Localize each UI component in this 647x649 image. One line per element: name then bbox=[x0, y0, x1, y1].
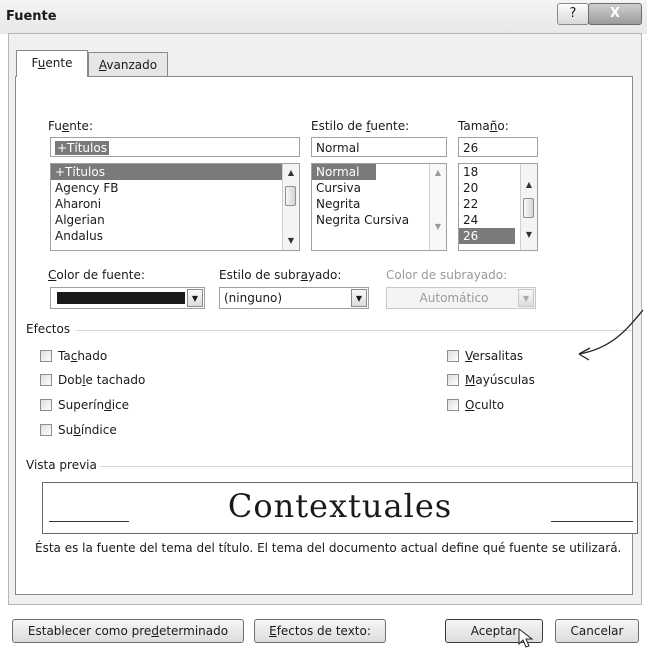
checkbox-doble-tachado[interactable]: Doble tachado bbox=[40, 372, 145, 388]
size-label: Tamaño: bbox=[458, 119, 509, 133]
size-list[interactable]: 18 20 22 24 26 ▲ ▼ bbox=[458, 163, 538, 251]
preview-underline-left bbox=[49, 521, 129, 522]
list-item[interactable]: 26 bbox=[459, 228, 515, 244]
chevron-down-icon[interactable]: ▼ bbox=[187, 289, 203, 307]
scroll-down-icon[interactable]: ▼ bbox=[430, 220, 446, 234]
list-item[interactable]: Negrita bbox=[312, 196, 446, 212]
list-item[interactable]: Aharoni bbox=[51, 196, 299, 212]
preview-underline-right bbox=[551, 521, 633, 522]
scroll-thumb[interactable] bbox=[285, 186, 296, 206]
underline-style-select[interactable]: (ninguno) ▼ bbox=[219, 287, 369, 309]
help-icon: ? bbox=[569, 6, 577, 21]
style-label: Estilo de fuente: bbox=[311, 119, 410, 133]
checkbox-subindice[interactable]: Subíndice bbox=[40, 422, 117, 438]
tab-fuente[interactable]: Fuente bbox=[16, 50, 88, 77]
list-item[interactable]: Algerian bbox=[51, 212, 299, 228]
font-label: Fuente: bbox=[48, 119, 93, 133]
text-effects-button[interactable]: Efectos de texto: bbox=[254, 619, 386, 643]
scroll-thumb[interactable] bbox=[523, 198, 534, 218]
checkbox-tachado[interactable]: Tachado bbox=[40, 348, 107, 364]
annotation-arrow-icon bbox=[578, 309, 644, 361]
list-item[interactable]: Andalus bbox=[51, 228, 299, 244]
color-swatch bbox=[57, 292, 185, 304]
checkbox-superindice[interactable]: Superíndice bbox=[40, 397, 129, 413]
style-list[interactable]: Normal Cursiva Negrita Negrita Cursiva ▲… bbox=[311, 163, 447, 251]
close-button[interactable]: X bbox=[588, 3, 642, 25]
checkbox-icon[interactable] bbox=[40, 398, 52, 411]
window-title: Fuente bbox=[6, 9, 57, 24]
checkbox-icon[interactable] bbox=[40, 349, 52, 362]
cancel-button[interactable]: Cancelar bbox=[555, 619, 639, 643]
preview-sample-text: Contextuales bbox=[227, 487, 453, 525]
checkbox-oculto[interactable]: Oculto bbox=[447, 397, 504, 413]
preview-box: Contextuales bbox=[42, 482, 638, 534]
scroll-down-icon[interactable]: ▼ bbox=[521, 228, 537, 242]
underline-color-label: Color de subrayado: bbox=[386, 268, 508, 282]
mouse-cursor-icon bbox=[518, 628, 534, 648]
list-item[interactable]: Negrita Cursiva bbox=[312, 212, 446, 228]
chevron-down-icon[interactable]: ▼ bbox=[351, 289, 367, 307]
scroll-up-icon[interactable]: ▲ bbox=[430, 166, 446, 180]
checkbox-icon[interactable] bbox=[447, 349, 459, 362]
underline-style-label: Estilo de subrayado: bbox=[219, 268, 342, 282]
font-list[interactable]: +Títulos Agency FB Aharoni Algerian Anda… bbox=[50, 163, 300, 251]
checkbox-icon[interactable] bbox=[447, 398, 459, 411]
checkbox-icon[interactable] bbox=[40, 423, 52, 436]
size-input[interactable]: 26 bbox=[458, 137, 538, 157]
list-item[interactable]: Cursiva bbox=[312, 180, 446, 196]
list-item[interactable]: Normal bbox=[312, 164, 376, 180]
checkbox-icon[interactable] bbox=[40, 373, 52, 386]
font-list-scrollbar[interactable]: ▲ ▼ bbox=[282, 164, 299, 250]
style-input[interactable]: Normal bbox=[311, 137, 447, 157]
checkbox-versalitas[interactable]: Versalitas bbox=[447, 348, 523, 364]
font-color-label: Color de fuente: bbox=[48, 268, 145, 282]
divider bbox=[76, 330, 632, 331]
scroll-up-icon[interactable]: ▲ bbox=[283, 166, 299, 180]
font-color-picker[interactable]: ▼ bbox=[50, 287, 205, 309]
checkbox-icon[interactable] bbox=[447, 373, 459, 386]
scroll-up-icon[interactable]: ▲ bbox=[521, 178, 537, 192]
divider bbox=[100, 466, 632, 467]
title-bar bbox=[0, 0, 647, 34]
size-list-scrollbar[interactable]: ▲ ▼ bbox=[520, 164, 537, 250]
preview-note: Ésta es la fuente del tema del título. E… bbox=[35, 541, 622, 555]
close-icon: X bbox=[609, 6, 621, 21]
underline-color-select: Automático ▼ bbox=[386, 287, 536, 309]
set-default-button[interactable]: Establecer como predeterminado bbox=[12, 619, 244, 643]
effects-heading: Efectos bbox=[26, 322, 71, 336]
preview-heading: Vista previa bbox=[26, 458, 97, 472]
scroll-down-icon[interactable]: ▼ bbox=[283, 234, 299, 248]
font-input[interactable]: +Títulos bbox=[50, 137, 300, 157]
style-list-scrollbar[interactable]: ▲ ▼ bbox=[429, 164, 446, 250]
chevron-down-icon: ▼ bbox=[518, 289, 534, 307]
list-item[interactable]: +Títulos bbox=[51, 164, 282, 180]
list-item[interactable]: Agency FB bbox=[51, 180, 299, 196]
tab-avanzado[interactable]: Avanzado bbox=[88, 52, 168, 77]
checkbox-mayusculas[interactable]: Mayúsculas bbox=[447, 372, 535, 388]
help-button[interactable]: ? bbox=[557, 3, 589, 25]
